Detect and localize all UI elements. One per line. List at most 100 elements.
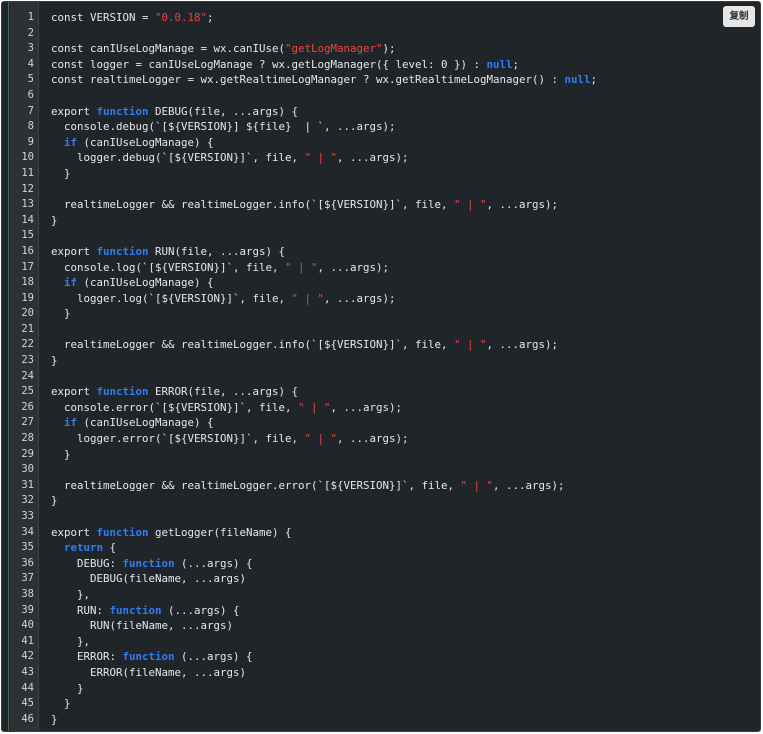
- string-token: " | ": [454, 198, 487, 212]
- code-token: DEBUG:: [51, 556, 123, 570]
- string-token: " | ": [460, 478, 494, 492]
- code-block: 1 2 3 4 5 6 7 8 9 10 11 12 13 14 15 16 17 18 19 20 21 22 23 24 2…: [1, 1, 761, 732]
- code-token: logger.log(`[${VERSION}]`, file,: [51, 291, 292, 305]
- code-token: }: [51, 354, 58, 368]
- code-token: const canIUseLogManage = wx.canIUse(: [51, 42, 286, 56]
- code-token: }: [51, 712, 58, 726]
- code-token: }: [51, 494, 58, 508]
- code-token: (canIUseLogManage) {: [77, 135, 214, 149]
- line-number: 23: [21, 354, 34, 367]
- line-number: 25: [21, 385, 34, 398]
- line-number: 31: [21, 478, 34, 491]
- code-line: DEBUG(fileName, ...args): [51, 571, 750, 587]
- string-token: " | ": [285, 260, 318, 274]
- line-number: 24: [21, 369, 34, 382]
- keyword-token: function: [96, 244, 149, 258]
- keyword-token: function: [96, 525, 149, 539]
- line-number: 20: [21, 307, 34, 320]
- code-token: , ...args);: [337, 151, 409, 165]
- code-line: logger.debug(`[${VERSION}]`, file, " | "…: [51, 150, 750, 166]
- string-token: " | ": [291, 291, 325, 305]
- string-token: "0.0.18": [155, 11, 208, 24]
- code-line: const logger = canIUseLogManage ? wx.get…: [51, 57, 750, 73]
- code-line: if (canIUseLogManage) {: [51, 135, 750, 151]
- line-number: 40: [21, 619, 34, 632]
- code-token: (canIUseLogManage) {: [77, 416, 214, 430]
- code-line: console.debug(`[${VERSION}] ${file} | `,…: [51, 119, 750, 135]
- code-line: ERROR(fileName, ...args): [51, 665, 750, 681]
- line-number: 21: [21, 322, 34, 335]
- line-number: 45: [21, 697, 34, 710]
- line-number: 46: [21, 712, 34, 725]
- line-number: 26: [21, 400, 34, 413]
- code-content[interactable]: const VERSION = "0.0.18"; const canIUseLo…: [51, 10, 750, 727]
- keyword-token: function: [96, 385, 149, 399]
- code-token: logger.error(`[${VERSION}]`, file,: [51, 432, 305, 446]
- code-line: realtimeLogger && realtimeLogger.info(`[…: [51, 197, 750, 213]
- keyword-token: return: [64, 541, 104, 555]
- code-token: logger.debug(`[${VERSION}]`, file,: [51, 151, 305, 165]
- keyword-token: function: [122, 556, 175, 570]
- line-number: 44: [21, 681, 34, 694]
- keyword-token: function: [122, 650, 175, 664]
- code-token: (...args) {: [161, 603, 240, 617]
- code-line: }: [51, 213, 750, 229]
- code-line: export function ERROR(file, ...args) {: [51, 384, 750, 400]
- code-token: (...args) {: [174, 556, 253, 570]
- code-token: getLogger(fileName) {: [148, 525, 292, 539]
- code-token: }: [51, 681, 84, 695]
- code-line: }: [51, 306, 750, 322]
- code-line: export function DEBUG(file, ...args) {: [51, 104, 750, 120]
- code-line: const realtimeLogger = wx.getRealtimeLog…: [51, 72, 750, 88]
- code-token: console.debug(`[${VERSION}] ${file} | `,…: [51, 120, 396, 134]
- code-token: DEBUG(fileName, ...args): [51, 572, 247, 586]
- line-number: 4: [27, 57, 34, 70]
- line-number: 41: [21, 634, 34, 647]
- line-number: 10: [21, 151, 34, 164]
- line-number: 35: [21, 541, 34, 554]
- line-number: 6: [27, 88, 34, 101]
- line-number: 7: [27, 104, 34, 117]
- line-number: 11: [21, 166, 34, 179]
- code-token: realtimeLogger && realtimeLogger.info(`[…: [51, 338, 455, 352]
- code-line: if (canIUseLogManage) {: [51, 275, 750, 291]
- left-accent-rule: [8, 2, 9, 731]
- copy-button[interactable]: 复制: [723, 6, 755, 27]
- code-token: export: [51, 104, 97, 118]
- code-token: console.log(`[${VERSION}]`, file,: [51, 260, 286, 274]
- code-token: console.error(`[${VERSION}]`, file,: [51, 400, 299, 414]
- code-token: ERROR(fileName, ...args): [51, 665, 247, 679]
- line-number: 33: [21, 510, 34, 522]
- code-token: }: [51, 697, 71, 711]
- code-line: }: [51, 681, 750, 697]
- code-line: DEBUG: function (...args) {: [51, 556, 750, 572]
- line-number: 16: [21, 244, 34, 257]
- code-token: ERROR(file, ...args) {: [148, 385, 299, 399]
- code-line: }: [51, 447, 750, 463]
- code-token: realtimeLogger && realtimeLogger.error(`…: [51, 478, 461, 492]
- code-token: , ...args);: [493, 478, 565, 492]
- line-number: 42: [21, 650, 34, 663]
- line-number: 38: [21, 587, 34, 600]
- line-number: 27: [21, 416, 34, 429]
- code-token: ;: [207, 11, 214, 24]
- line-number: 36: [21, 556, 34, 569]
- code-token: export: [51, 385, 97, 399]
- code-token: const VERSION =: [51, 11, 156, 24]
- code-line: console.error(`[${VERSION}]`, file, " | …: [51, 400, 750, 416]
- code-token: (...args) {: [174, 650, 253, 664]
- code-token: },: [51, 634, 91, 648]
- line-number: 28: [21, 432, 34, 445]
- line-number: 34: [21, 525, 34, 538]
- line-number: 22: [21, 338, 34, 351]
- code-token: }: [51, 213, 58, 227]
- line-number: 5: [27, 73, 34, 86]
- code-line: logger.log(`[${VERSION}]`, file, " | ", …: [51, 291, 750, 307]
- code-line: }: [51, 166, 750, 182]
